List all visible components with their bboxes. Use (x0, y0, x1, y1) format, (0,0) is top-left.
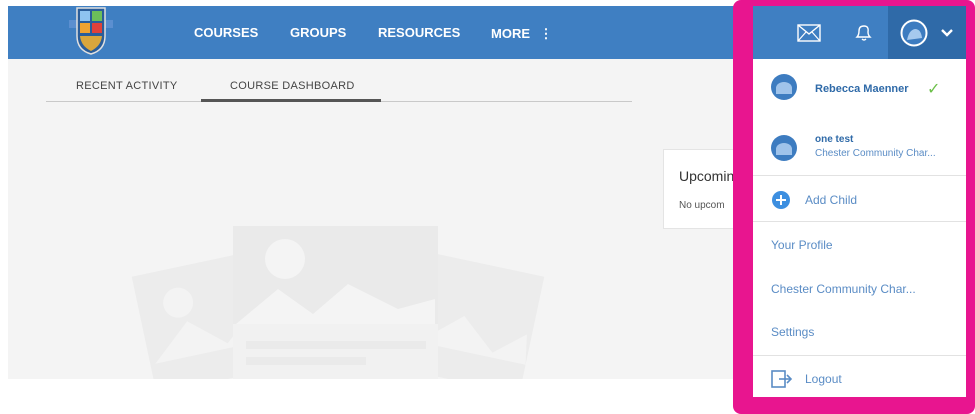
main-content: RECENT ACTIVITY COURSE DASHBOARD Upcomin… (8, 59, 738, 379)
dashboard-tabs: RECENT ACTIVITY COURSE DASHBOARD (46, 80, 632, 102)
add-child-item[interactable]: Add Child (753, 183, 966, 217)
divider (753, 221, 966, 222)
user-avatar-icon (900, 19, 928, 47)
nav-resources[interactable]: RESOURCES (378, 25, 460, 40)
settings-link[interactable]: Settings (771, 325, 814, 339)
avatar (771, 74, 797, 100)
user-menu-toggle[interactable] (888, 6, 966, 59)
add-child-label: Add Child (805, 193, 858, 207)
check-icon: ✓ (927, 81, 941, 98)
upcoming-empty-text: No upcom (679, 200, 725, 211)
account-item-rebecca[interactable]: Rebecca Maenner ✓ (753, 59, 966, 119)
more-vertical-icon: ⋮ (539, 26, 553, 41)
user-toolbar (753, 6, 966, 59)
nav-more-label: MORE (491, 26, 530, 41)
your-profile-link[interactable]: Your Profile (771, 238, 833, 252)
divider (753, 355, 966, 356)
empty-dashboard-illustration (131, 226, 545, 379)
account-name: one test (815, 134, 854, 145)
account-school: Chester Community Char... (815, 148, 936, 159)
upcoming-panel: Upcomin No upcom (663, 149, 738, 229)
chevron-down-icon (941, 29, 953, 37)
nav-more[interactable]: MORE ⋮ (491, 25, 552, 43)
school-link[interactable]: Chester Community Char... (771, 282, 916, 296)
logout-label: Logout (805, 372, 842, 386)
logout-item[interactable]: Logout (753, 365, 966, 397)
divider (753, 175, 966, 176)
avatar (771, 135, 797, 161)
upcoming-title: Upcomin (679, 168, 735, 184)
mail-icon[interactable] (797, 24, 821, 42)
nav-courses[interactable]: COURSES (194, 25, 258, 40)
tab-course-dashboard[interactable]: COURSE DASHBOARD (230, 80, 355, 92)
logout-icon (771, 370, 793, 388)
bell-icon[interactable] (853, 23, 873, 43)
user-dropdown-menu: Rebecca Maenner ✓ one test Chester Commu… (753, 59, 966, 397)
active-tab-indicator (201, 99, 381, 102)
account-item-one-test[interactable]: one test Chester Community Char... (753, 119, 966, 179)
account-name: Rebecca Maenner (815, 83, 909, 95)
plus-circle-icon (772, 191, 790, 209)
tab-recent-activity[interactable]: RECENT ACTIVITY (76, 80, 177, 92)
school-logo[interactable] (61, 6, 121, 56)
nav-groups[interactable]: GROUPS (290, 25, 346, 40)
